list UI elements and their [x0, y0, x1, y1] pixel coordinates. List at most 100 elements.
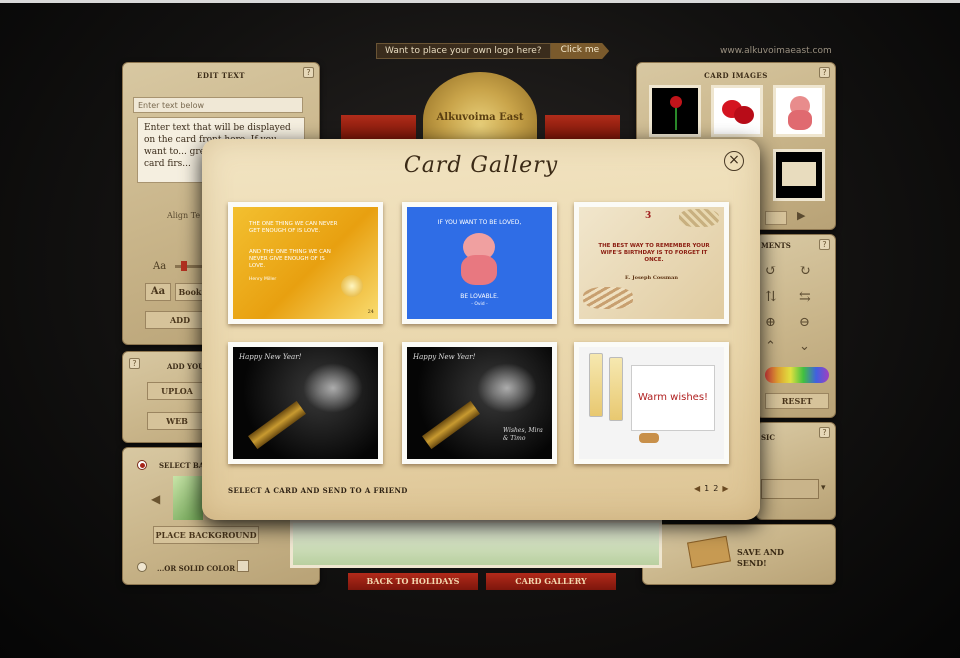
- card-quote-line-1: THE ONE THING WE CAN NEVER GET ENOUGH OF…: [249, 221, 338, 234]
- rose-image-thumbnail[interactable]: [649, 85, 701, 137]
- hearts-image-thumbnail[interactable]: [711, 85, 763, 137]
- gallery-card[interactable]: Happy New Year!: [228, 342, 383, 464]
- zoom-out-icon[interactable]: ⊖: [799, 315, 810, 330]
- card-quote-line-1: IF YOU WANT TO BE LOVED,: [437, 219, 522, 226]
- card-quote-line-2: BE LOVABLE.: [460, 293, 499, 300]
- help-icon[interactable]: ?: [129, 358, 140, 369]
- align-text-label: Align Te: [167, 211, 201, 220]
- card-greeting: Happy New Year!: [413, 353, 476, 361]
- gallery-card[interactable]: 3 THE BEST WAY TO REMEMBER YOUR WIFE'S B…: [574, 202, 729, 324]
- logo-promo-question: Want to place your own logo here?: [376, 43, 551, 59]
- page-1-link[interactable]: 1: [704, 484, 709, 493]
- right-ribbon: [545, 115, 620, 139]
- music-select[interactable]: [761, 479, 819, 499]
- help-icon[interactable]: ?: [819, 239, 830, 250]
- site-url-link[interactable]: www.alkuvoimaeast.com: [720, 46, 832, 56]
- edit-text-title: EDIT TEXT: [196, 71, 245, 80]
- back-to-holidays-button[interactable]: BACK TO HOLIDAYS: [348, 573, 478, 590]
- card-quote-author: - Ovid -: [471, 302, 488, 307]
- flip-horizontal-icon[interactable]: ⇆: [799, 289, 811, 305]
- flip-vertical-icon[interactable]: ⇅: [765, 289, 777, 305]
- calendar-card-icon: Warm wishes!: [631, 365, 715, 431]
- card-greeting: Happy New Year!: [239, 353, 302, 361]
- rotate-left-icon[interactable]: ↺: [765, 263, 777, 279]
- zoom-in-icon[interactable]: ⊕: [765, 315, 776, 330]
- select-background-radio[interactable]: [137, 460, 147, 470]
- gallery-card[interactable]: THE ONE THING WE CAN NEVER GET ENOUGH OF…: [228, 202, 383, 324]
- send-backward-icon[interactable]: ⌄: [799, 339, 810, 354]
- solid-color-label: ...OR SOLID COLOR: [157, 564, 236, 573]
- gallery-card[interactable]: IF YOU WANT TO BE LOVED, BE LOVABLE. - O…: [402, 202, 557, 324]
- logo-promo-click-button[interactable]: Click me: [550, 43, 610, 59]
- gallery-instructions: SELECT A CARD AND SEND TO A FRIEND: [228, 486, 408, 495]
- card-quote-line-1: THE BEST WAY TO REMEMBER YOUR WIFE'S BIR…: [598, 243, 710, 263]
- card-image-warm-wishes: Warm wishes!: [579, 347, 724, 459]
- gallery-pager: ◀ 1 2 ▶: [694, 484, 729, 493]
- card-image-love-quote: THE ONE THING WE CAN NEVER GET ENOUGH OF…: [233, 207, 378, 319]
- seal-text: Alkuvoima East: [436, 112, 524, 123]
- browser-top-line: [0, 0, 960, 3]
- adjustments-title: MENTS: [761, 241, 791, 250]
- cork-icon: [639, 433, 659, 443]
- place-background-button[interactable]: PLACE BACKGROUND: [153, 526, 259, 544]
- help-icon[interactable]: ?: [303, 67, 314, 78]
- card-image-birthday-quote: 3 THE BEST WAY TO REMEMBER YOUR WIFE'S B…: [579, 207, 724, 319]
- web-image-button[interactable]: WEB: [147, 412, 207, 430]
- teddy-image-thumbnail[interactable]: [773, 85, 825, 137]
- card-gallery-tab[interactable]: CARD GALLERY: [486, 573, 616, 590]
- solid-color-radio[interactable]: [137, 562, 147, 572]
- gallery-card[interactable]: Warm wishes!: [574, 342, 729, 464]
- card-preview-canvas[interactable]: [290, 520, 662, 568]
- font-case-button[interactable]: Aa: [145, 283, 171, 301]
- solid-color-swatch[interactable]: [237, 560, 249, 572]
- champagne-bottle-icon: [422, 400, 480, 450]
- page-2-link[interactable]: 2: [713, 484, 718, 493]
- envelope-icon: [687, 535, 731, 569]
- help-icon[interactable]: ?: [819, 67, 830, 78]
- card-number: 3: [645, 211, 652, 221]
- next-images-arrow-icon[interactable]: ▶: [797, 209, 805, 222]
- champagne-bottle-icon: [248, 400, 306, 450]
- card-signature: Wishes, Mira & Timo: [503, 427, 543, 442]
- card-quote-author: Henry Miller: [249, 277, 277, 282]
- save-send-panel[interactable]: SAVE AND SEND!: [642, 524, 836, 585]
- prev-background-arrow-icon[interactable]: ◀: [151, 492, 160, 506]
- ribbon-curls-icon: [583, 287, 633, 309]
- champagne-splash-icon: [477, 363, 537, 413]
- next-page-icon[interactable]: ▶: [722, 484, 728, 493]
- card-quote-author: E. Joseph Cossman: [625, 275, 678, 281]
- card-image-champagne-1: Happy New Year!: [233, 347, 378, 459]
- music-panel: SIC ? ▾: [756, 422, 836, 520]
- card-image-teddy-blue: IF YOU WANT TO BE LOVED, BE LOVABLE. - O…: [407, 207, 552, 319]
- gallery-card[interactable]: Happy New Year! Wishes, Mira & Timo: [402, 342, 557, 464]
- frame-image-thumbnail[interactable]: [773, 149, 825, 201]
- teddy-heart-icon: [461, 255, 497, 285]
- background-thumbnail[interactable]: [173, 476, 203, 520]
- champagne-glass-icon: [589, 353, 603, 417]
- logo-promo: Want to place your own logo here? Click …: [376, 43, 610, 59]
- color-spectrum-picker[interactable]: [765, 367, 829, 383]
- card-greeting: Warm wishes!: [637, 392, 709, 403]
- modal-title: Card Gallery: [403, 153, 559, 178]
- card-images-title: CARD IMAGES: [704, 71, 768, 80]
- adjustments-panel: MENTS ? ↺ ↻ ⇅ ⇆ ⊕ ⊖ ⌃ ⌄ RESET: [756, 234, 836, 418]
- ribbon-curls-icon: [679, 209, 719, 227]
- champagne-glass-icon: [609, 357, 623, 421]
- bring-forward-icon[interactable]: ⌃: [765, 339, 776, 354]
- upload-button[interactable]: UPLOA: [147, 382, 207, 400]
- rotate-right-icon[interactable]: ↻: [799, 263, 811, 279]
- prev-page-icon[interactable]: ◀: [694, 484, 700, 493]
- text-placeholder-field[interactable]: Enter text below: [133, 97, 303, 113]
- save-and-send-label: SAVE AND SEND!: [737, 547, 784, 568]
- gold-bow-icon: [341, 275, 363, 297]
- font-size-slider-handle[interactable]: [181, 261, 187, 271]
- champagne-splash-icon: [303, 363, 363, 413]
- music-title: SIC: [761, 433, 775, 442]
- font-family-button[interactable]: Book: [175, 283, 205, 301]
- close-icon[interactable]: ×: [724, 151, 744, 171]
- left-ribbon: [341, 115, 416, 139]
- image-page-select[interactable]: [765, 211, 787, 225]
- reset-button[interactable]: RESET: [765, 393, 829, 409]
- chevron-down-icon[interactable]: ▾: [821, 483, 826, 493]
- help-icon[interactable]: ?: [819, 427, 830, 438]
